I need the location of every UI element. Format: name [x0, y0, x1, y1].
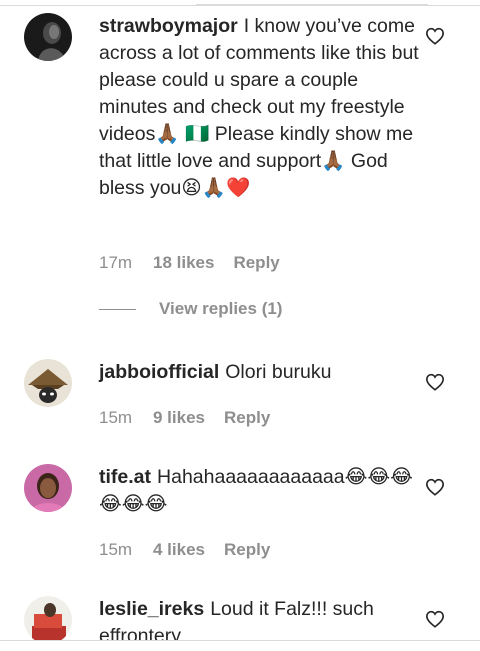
reply-button[interactable]: Reply: [224, 540, 270, 560]
heart-outline-icon[interactable]: [425, 27, 445, 45]
comment-body: jabboiofficial Olori buruku: [99, 359, 419, 386]
comment-username[interactable]: leslie_ireks: [99, 598, 204, 620]
avatar[interactable]: [24, 464, 72, 512]
view-replies-label: View replies (1): [159, 299, 283, 318]
comment-time: 15m: [99, 540, 133, 559]
comment-likes[interactable]: 9 likes: [153, 408, 205, 428]
top-divider: [196, 0, 428, 5]
reply-button[interactable]: Reply: [233, 253, 279, 273]
comment-username[interactable]: strawboymajor: [99, 15, 238, 37]
comment-username[interactable]: tife.at: [99, 466, 151, 488]
comment-meta: 15m 9 likes Reply: [99, 408, 270, 428]
comment-likes[interactable]: 18 likes: [153, 253, 214, 273]
view-replies-button[interactable]: View replies (1): [99, 299, 282, 319]
comment-username[interactable]: jabboiofficial: [99, 361, 219, 383]
comment-text: I know you’ve come across a lot of comme…: [99, 15, 419, 199]
heart-outline-icon[interactable]: [425, 478, 445, 496]
replies-dash: [99, 308, 136, 310]
avatar[interactable]: [24, 359, 72, 407]
comment-body: strawboymajor I know you’ve come across a…: [99, 13, 419, 202]
heart-outline-icon[interactable]: [425, 373, 445, 391]
bottom-divider: [0, 640, 480, 651]
comment-likes[interactable]: 4 likes: [153, 540, 205, 560]
avatar[interactable]: [24, 596, 72, 644]
heart-outline-icon[interactable]: [425, 610, 445, 628]
comment-meta: 17m 18 likes Reply: [99, 253, 280, 273]
avatar[interactable]: [24, 13, 72, 61]
comment-body: tife.at Hahahaaaaaaaaaaaa😂😂😂😂😂😂: [99, 464, 419, 518]
comment-text: Olori buruku: [225, 361, 332, 383]
comment-time: 15m: [99, 408, 133, 427]
comment-meta: 15m 4 likes Reply: [99, 540, 270, 560]
reply-button[interactable]: Reply: [224, 408, 270, 428]
top-edge: [0, 0, 480, 6]
comment-time: 17m: [99, 253, 133, 272]
